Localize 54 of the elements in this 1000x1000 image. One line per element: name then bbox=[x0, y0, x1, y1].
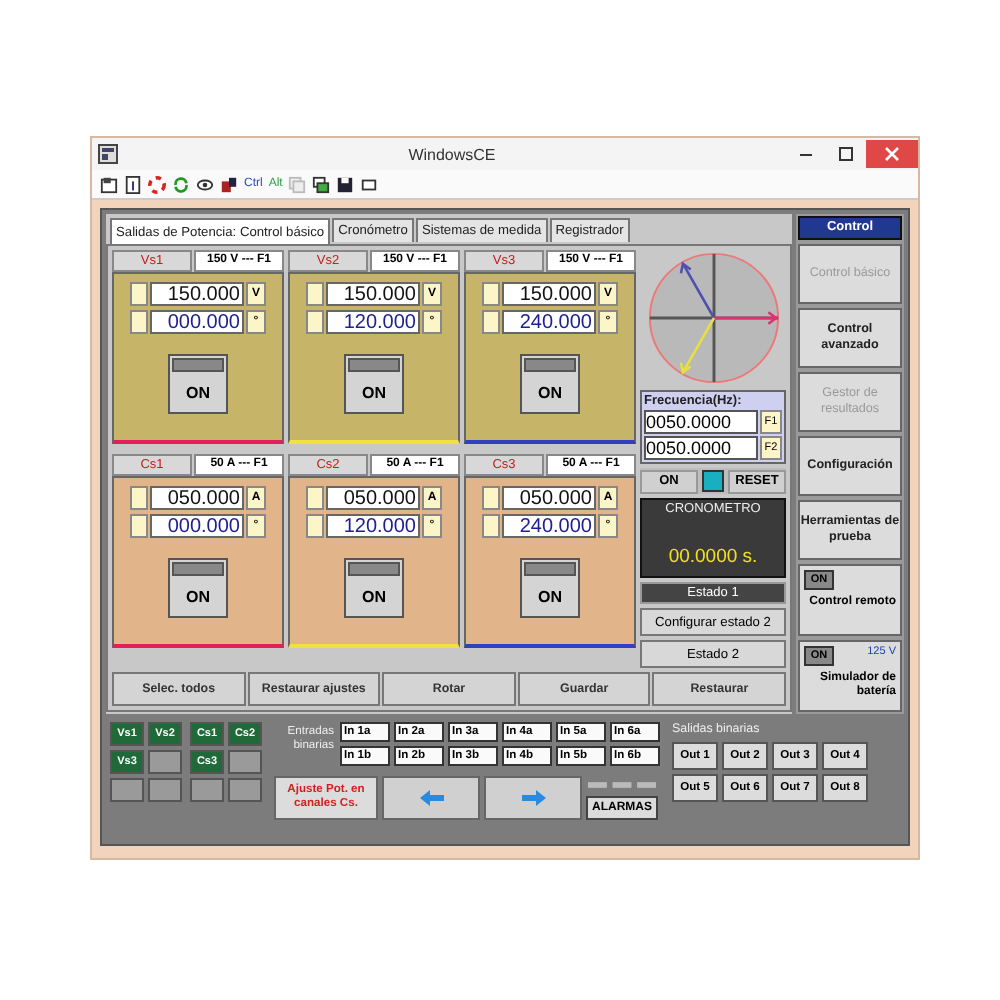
field-marker bbox=[482, 486, 500, 510]
next-button[interactable] bbox=[484, 776, 582, 820]
window-title: WindowsCE bbox=[406, 145, 498, 163]
field-marker bbox=[130, 282, 148, 306]
properties-icon[interactable] bbox=[100, 175, 118, 193]
phase-field[interactable]: 000.000 bbox=[150, 310, 244, 334]
left-arrow-icon bbox=[417, 788, 445, 808]
window-switch-icon[interactable] bbox=[312, 175, 331, 193]
on-button[interactable]: ON bbox=[520, 558, 580, 618]
field-marker bbox=[306, 310, 324, 334]
amplitude-field[interactable]: 050.000 bbox=[502, 486, 596, 510]
eye-icon[interactable] bbox=[196, 175, 214, 193]
phase-field[interactable]: 120.000 bbox=[326, 514, 420, 538]
right-arrow-icon bbox=[519, 788, 547, 808]
amplitude-field[interactable]: 150.000 bbox=[326, 282, 420, 306]
field-marker bbox=[130, 486, 148, 510]
info-icon[interactable] bbox=[124, 175, 142, 193]
window-icon[interactable] bbox=[360, 175, 379, 193]
stopwatch-reading: 00.0000 s. bbox=[668, 546, 758, 568]
close-button[interactable] bbox=[866, 140, 918, 168]
frequency-field[interactable]: 0050.0000 bbox=[644, 436, 758, 460]
phase-field[interactable]: 240.000 bbox=[502, 514, 596, 538]
amplitude-field[interactable]: 050.000 bbox=[326, 486, 420, 510]
amplitude-field[interactable]: 150.000 bbox=[150, 282, 244, 306]
phase-field[interactable]: 120.000 bbox=[326, 310, 420, 334]
phase-field[interactable]: 240.000 bbox=[502, 310, 596, 334]
field-marker bbox=[306, 514, 324, 538]
maximize-icon bbox=[838, 146, 854, 162]
amplitude-field[interactable]: 050.000 bbox=[150, 486, 244, 510]
field-marker bbox=[482, 282, 500, 306]
status-bars-icon bbox=[588, 782, 656, 788]
previous-button[interactable] bbox=[382, 776, 480, 820]
field-marker bbox=[306, 486, 324, 510]
on-button[interactable]: ON bbox=[344, 354, 404, 414]
save-icon[interactable] bbox=[336, 175, 355, 193]
phasor-diagram-drawing bbox=[645, 250, 781, 386]
tools-icon[interactable] bbox=[220, 175, 238, 193]
amplitude-field[interactable]: 150.000 bbox=[502, 282, 596, 306]
on-button[interactable]: ON bbox=[520, 354, 580, 414]
field-marker bbox=[306, 282, 324, 306]
app-icon bbox=[98, 144, 118, 164]
on-button[interactable]: ON bbox=[168, 354, 228, 414]
field-marker bbox=[482, 514, 500, 538]
field-marker bbox=[482, 310, 500, 334]
refresh-icon[interactable] bbox=[172, 175, 190, 193]
on-button[interactable]: ON bbox=[168, 558, 228, 618]
frequency-field[interactable]: 0050.0000 bbox=[644, 410, 758, 434]
field-marker bbox=[130, 514, 148, 538]
on-button[interactable]: ON bbox=[344, 558, 404, 618]
lifebuoy-icon[interactable] bbox=[148, 175, 166, 193]
timer-indicator bbox=[702, 470, 724, 492]
phase-field[interactable]: 000.000 bbox=[150, 514, 244, 538]
close-icon bbox=[884, 146, 900, 162]
field-marker bbox=[130, 310, 148, 334]
